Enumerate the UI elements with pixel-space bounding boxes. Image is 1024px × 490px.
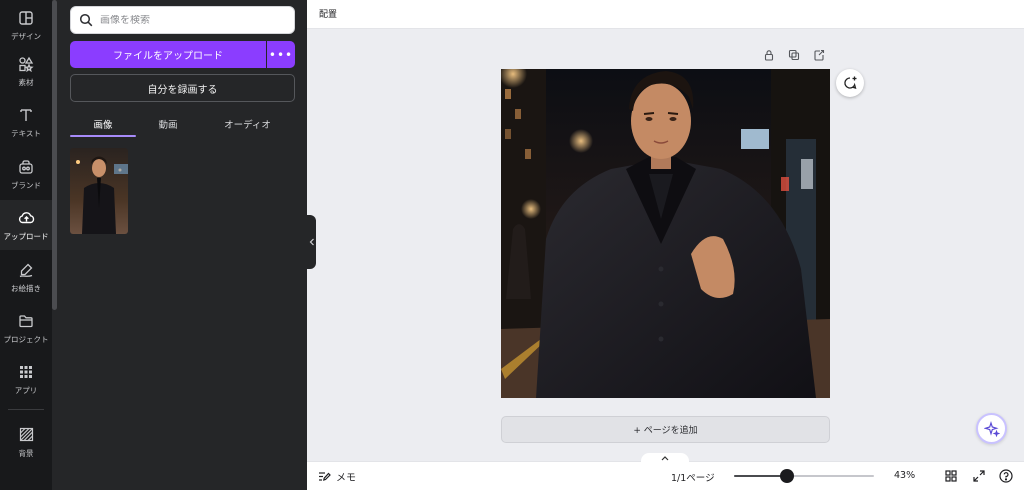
- chevron-up-icon: [661, 455, 669, 460]
- help-icon: [999, 469, 1013, 483]
- active-tab-indicator: [70, 135, 136, 137]
- search-input[interactable]: [100, 14, 280, 26]
- apps-grid-icon: [17, 363, 35, 381]
- folder-icon: [17, 312, 35, 330]
- rail-item-label: ブランド: [11, 180, 41, 190]
- editor-topbar: [307, 0, 1024, 29]
- add-page-button[interactable]: + ページを追加: [501, 416, 830, 443]
- lock-page-button[interactable]: [762, 48, 776, 62]
- rail-item-projects[interactable]: プロジェクト: [0, 303, 52, 353]
- upload-cloud-icon: [17, 209, 35, 227]
- search-icon: [79, 13, 93, 27]
- brand-icon: [17, 158, 35, 176]
- rail-item-label: デザイン: [11, 31, 41, 41]
- rail-item-label: 背景: [18, 448, 34, 458]
- fullscreen-button[interactable]: [972, 469, 986, 483]
- upload-file-button[interactable]: ファイルをアップロード: [70, 41, 266, 68]
- rail-item-label: アプリ: [14, 385, 38, 395]
- tab-images[interactable]: 画像: [70, 112, 136, 136]
- duplicate-page-button[interactable]: [787, 48, 801, 62]
- design-icon: [17, 9, 35, 27]
- background-icon: [17, 426, 35, 444]
- rail-item-label: プロジェクト: [3, 334, 49, 344]
- help-button[interactable]: [999, 469, 1013, 483]
- rail-item-background[interactable]: 背景: [0, 417, 52, 467]
- add-comment-button[interactable]: [836, 69, 864, 97]
- sparkle-icon: [983, 420, 1000, 437]
- record-yourself-button[interactable]: 自分を録画する: [70, 74, 295, 102]
- tab-audio[interactable]: オーディオ: [200, 112, 295, 136]
- left-rail: デザイン 素材 テキスト ブランド アップロード お絵描き プロジェクト アプリ…: [0, 0, 52, 490]
- fullscreen-icon: [973, 470, 985, 482]
- more-options-button[interactable]: •••: [267, 41, 295, 68]
- rail-item-label: テキスト: [11, 128, 41, 138]
- rail-item-design[interactable]: デザイン: [0, 0, 52, 50]
- rail-item-draw[interactable]: お絵描き: [0, 252, 52, 302]
- draw-icon: [17, 261, 35, 279]
- comment-plus-icon: [844, 76, 857, 89]
- rail-item-upload[interactable]: アップロード: [0, 200, 52, 250]
- tab-videos[interactable]: 動画: [136, 112, 200, 136]
- rail-item-apps[interactable]: アプリ: [0, 354, 52, 404]
- grid-view-icon: [945, 470, 957, 482]
- zoom-slider[interactable]: [734, 475, 874, 477]
- lock-icon: [764, 50, 774, 61]
- notes-label: メモ: [336, 473, 356, 484]
- expand-pages-handle[interactable]: [641, 453, 689, 463]
- collapse-panel-handle[interactable]: [307, 215, 316, 269]
- notes-pen-icon: [319, 471, 331, 481]
- text-icon: [17, 106, 35, 124]
- zoom-level[interactable]: 43%: [894, 470, 915, 481]
- elements-icon: [17, 55, 35, 73]
- panel-scrollbar[interactable]: [52, 0, 57, 310]
- rail-item-label: 素材: [18, 77, 34, 87]
- editor-bottombar: [307, 461, 1024, 490]
- rail-item-elements[interactable]: 素材: [0, 46, 52, 96]
- rail-divider: [8, 409, 44, 410]
- page-indicator[interactable]: 1/1ページ: [671, 470, 715, 484]
- rail-item-brand[interactable]: ブランド: [0, 149, 52, 199]
- chevron-left-icon: [309, 238, 314, 246]
- arrange-button[interactable]: 配置: [319, 7, 337, 20]
- export-page-icon: [814, 49, 825, 61]
- rail-item-text[interactable]: テキスト: [0, 97, 52, 147]
- duplicate-icon: [788, 49, 800, 61]
- notes-button[interactable]: メモ: [318, 469, 356, 484]
- rail-item-label: アップロード: [3, 231, 49, 241]
- more-dots-icon: •••: [268, 47, 294, 62]
- rail-item-label: お絵描き: [11, 283, 41, 293]
- grid-view-button[interactable]: [944, 469, 958, 483]
- magic-assistant-button[interactable]: [976, 413, 1007, 444]
- uploaded-image-thumbnail[interactable]: [70, 148, 128, 234]
- image-search-box[interactable]: [70, 6, 295, 34]
- add-page-top-button[interactable]: [812, 48, 826, 62]
- design-canvas[interactable]: [501, 69, 830, 398]
